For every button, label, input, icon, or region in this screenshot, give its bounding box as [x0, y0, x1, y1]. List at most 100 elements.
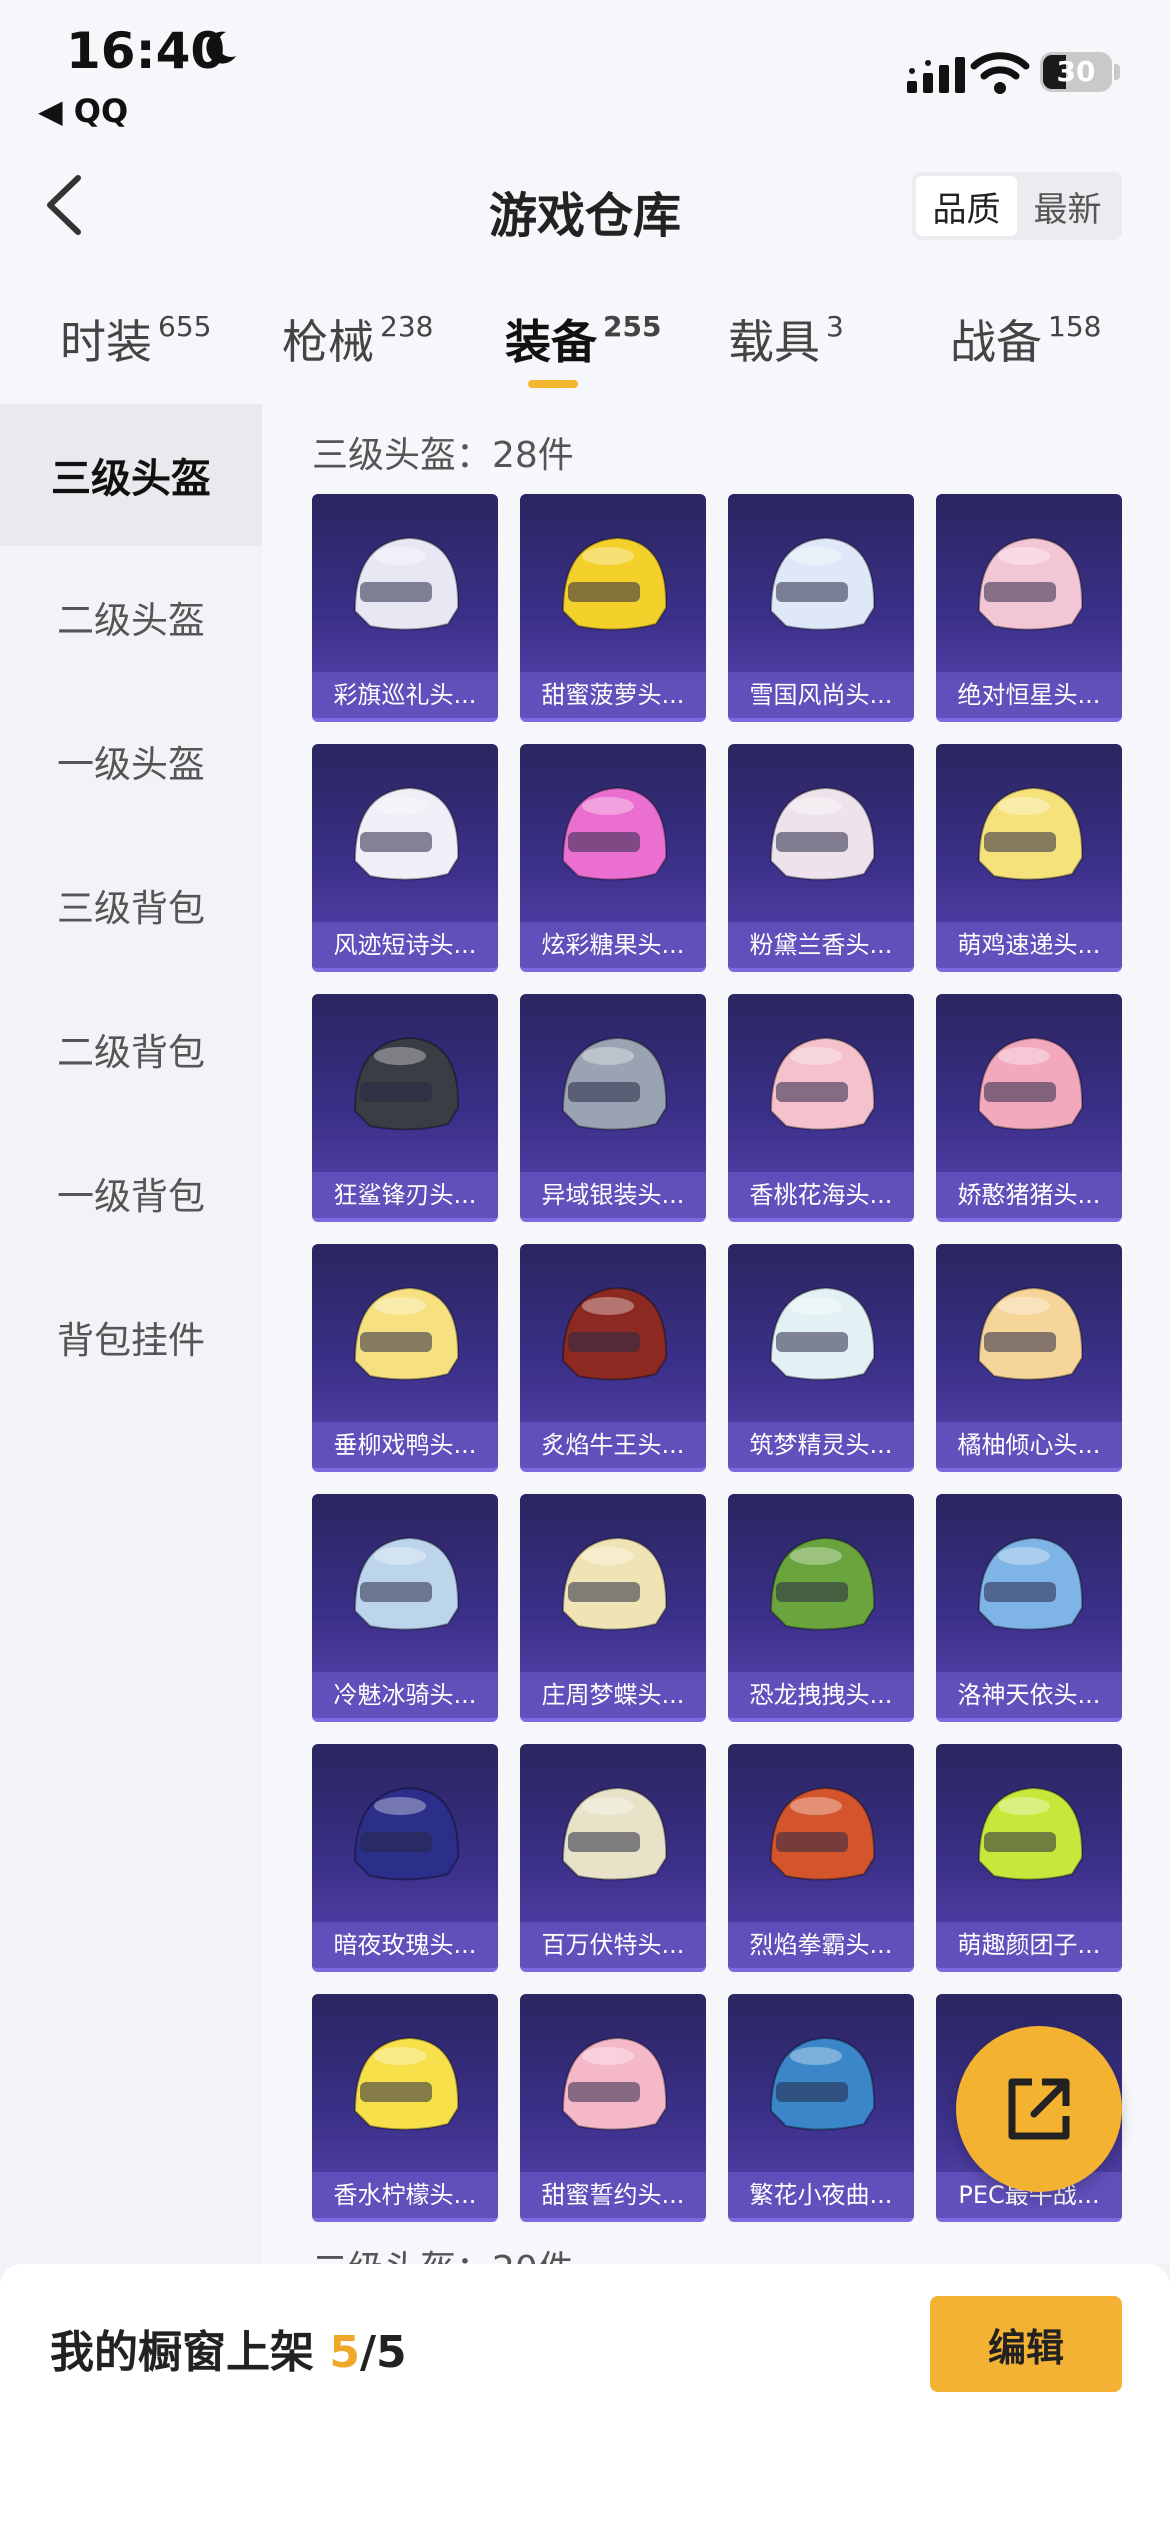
item-name: 甜蜜誓约头...: [520, 2172, 706, 2218]
item-card[interactable]: 冷魅冰骑头...: [312, 1494, 498, 1722]
tab-weapons[interactable]: 枪械 238: [282, 306, 433, 372]
helmet-icon: [561, 1786, 668, 1881]
showcase-status: 我的橱窗上架 5/5: [50, 2327, 407, 2378]
sidebar-item-level1-backpack[interactable]: 一级背包: [0, 1122, 262, 1264]
item-card[interactable]: 暗夜玫瑰头...: [312, 1744, 498, 1972]
helmet-icon: [769, 536, 876, 631]
helmet-icon: [561, 1536, 668, 1631]
helmet-icon: [977, 1286, 1084, 1381]
helmet-icon: [561, 2036, 668, 2131]
helmet-icon: [561, 536, 668, 631]
helmet-icon: [977, 536, 1084, 631]
tab-fashion[interactable]: 时装 655: [60, 306, 211, 372]
cellular-signal-icon: [907, 57, 965, 93]
showcase-bar: 我的橱窗上架 5/5 编辑: [0, 2264, 1170, 2532]
helmet-icon: [353, 1036, 460, 1131]
helmet-icon: [353, 536, 460, 631]
sidebar-item-level3-backpack[interactable]: 三级背包: [0, 834, 262, 976]
item-card[interactable]: 炙焰牛王头...: [520, 1244, 706, 1472]
tab-count: 158: [1048, 310, 1102, 343]
item-card[interactable]: 香桃花海头...: [728, 994, 914, 1222]
item-name: 萌趣颜团子...: [936, 1922, 1122, 1968]
helmet-icon: [561, 1036, 668, 1131]
edit-button[interactable]: 编辑: [930, 2296, 1122, 2392]
item-card[interactable]: 橘柚倾心头...: [936, 1244, 1122, 1472]
helmet-icon: [769, 786, 876, 881]
sidebar-item-level2-helmet[interactable]: 二级头盔: [0, 546, 262, 688]
item-name: 甜蜜菠萝头...: [520, 672, 706, 718]
item-name: 洛神天依头...: [936, 1672, 1122, 1718]
subcategory-sidebar: 三级头盔 二级头盔 一级头盔 三级背包 二级背包 一级背包 背包挂件: [0, 404, 262, 2264]
helmet-icon: [353, 1536, 460, 1631]
item-card[interactable]: 垂柳戏鸭头...: [312, 1244, 498, 1472]
sidebar-item-level1-helmet[interactable]: 一级头盔: [0, 690, 262, 832]
helmet-icon: [561, 786, 668, 881]
item-card[interactable]: 彩旗巡礼头...: [312, 494, 498, 722]
item-card[interactable]: 雪国风尚头...: [728, 494, 914, 722]
helmet-icon: [769, 1786, 876, 1881]
item-card[interactable]: 绝对恒星头...: [936, 494, 1122, 722]
item-card[interactable]: 异域银装头...: [520, 994, 706, 1222]
moon-icon: [206, 31, 236, 64]
tab-vehicles[interactable]: 载具 3: [728, 306, 844, 372]
item-name: 雪国风尚头...: [728, 672, 914, 718]
item-card[interactable]: 风迹短诗头...: [312, 744, 498, 972]
item-card[interactable]: 烈焰拳霸头...: [728, 1744, 914, 1972]
item-name: 香水柠檬头...: [312, 2172, 498, 2218]
item-name: 暗夜玫瑰头...: [312, 1922, 498, 1968]
item-card[interactable]: 甜蜜誓约头...: [520, 1994, 706, 2222]
item-card[interactable]: 粉黛兰香头...: [728, 744, 914, 972]
item-name: 狂鲨锋刃头...: [312, 1172, 498, 1218]
sort-by-quality-button[interactable]: 品质: [916, 176, 1017, 236]
helmet-icon: [769, 2036, 876, 2131]
item-card[interactable]: 萌鸡速递头...: [936, 744, 1122, 972]
active-tab-indicator: [528, 380, 578, 388]
helmet-icon: [353, 1286, 460, 1381]
item-name: 庄周梦蝶头...: [520, 1672, 706, 1718]
helmet-icon: [353, 786, 460, 881]
tab-supplies[interactable]: 战备 158: [950, 306, 1101, 372]
helmet-icon: [769, 1536, 876, 1631]
helmet-icon: [353, 1786, 460, 1881]
item-name: 粉黛兰香头...: [728, 922, 914, 968]
battery-icon: 30: [1040, 52, 1112, 92]
item-name: 香桃花海头...: [728, 1172, 914, 1218]
item-card[interactable]: 洛神天依头...: [936, 1494, 1122, 1722]
share-button[interactable]: [956, 2026, 1122, 2192]
item-name: 橘柚倾心头...: [936, 1422, 1122, 1468]
item-card[interactable]: 萌趣颜团子...: [936, 1744, 1122, 1972]
tab-count: 655: [158, 310, 212, 343]
item-card[interactable]: 恐龙拽拽头...: [728, 1494, 914, 1722]
item-card[interactable]: 香水柠檬头...: [312, 1994, 498, 2222]
tab-count: 255: [603, 310, 662, 343]
item-card[interactable]: 娇憨猪猪头...: [936, 994, 1122, 1222]
wifi-icon: [970, 52, 1030, 94]
item-card[interactable]: 庄周梦蝶头...: [520, 1494, 706, 1722]
item-name: 烈焰拳霸头...: [728, 1922, 914, 1968]
item-card[interactable]: 筑梦精灵头...: [728, 1244, 914, 1472]
helmet-icon: [561, 1286, 668, 1381]
item-name: 冷魅冰骑头...: [312, 1672, 498, 1718]
section-title: 三级头盔：28件: [312, 435, 574, 476]
item-card[interactable]: 繁花小夜曲...: [728, 1994, 914, 2222]
sort-by-latest-button[interactable]: 最新: [1017, 176, 1118, 236]
share-icon: [1008, 2078, 1070, 2140]
item-name: 繁花小夜曲...: [728, 2172, 914, 2218]
item-card[interactable]: 狂鲨锋刃头...: [312, 994, 498, 1222]
page-header: 游戏仓库 品质 最新: [0, 140, 1170, 270]
item-card[interactable]: 甜蜜菠萝头...: [520, 494, 706, 722]
item-card[interactable]: 百万伏特头...: [520, 1744, 706, 1972]
showcase-count: 5: [329, 2327, 360, 2378]
sidebar-item-level3-helmet[interactable]: 三级头盔: [0, 404, 262, 546]
helmet-icon: [353, 2036, 460, 2131]
item-name: 娇憨猪猪头...: [936, 1172, 1122, 1218]
sidebar-item-level2-backpack[interactable]: 二级背包: [0, 978, 262, 1120]
tab-equipment[interactable]: 装备 255: [505, 306, 661, 372]
item-card[interactable]: 炫彩糖果头...: [520, 744, 706, 972]
item-name: 恐龙拽拽头...: [728, 1672, 914, 1718]
back-to-qq-link[interactable]: ◀ QQ: [38, 92, 128, 130]
status-bar: 16:40 ◀ QQ 30: [0, 0, 1170, 140]
item-name: 筑梦精灵头...: [728, 1422, 914, 1468]
sidebar-item-backpack-pendant[interactable]: 背包挂件: [0, 1266, 262, 1408]
helmet-icon: [977, 786, 1084, 881]
